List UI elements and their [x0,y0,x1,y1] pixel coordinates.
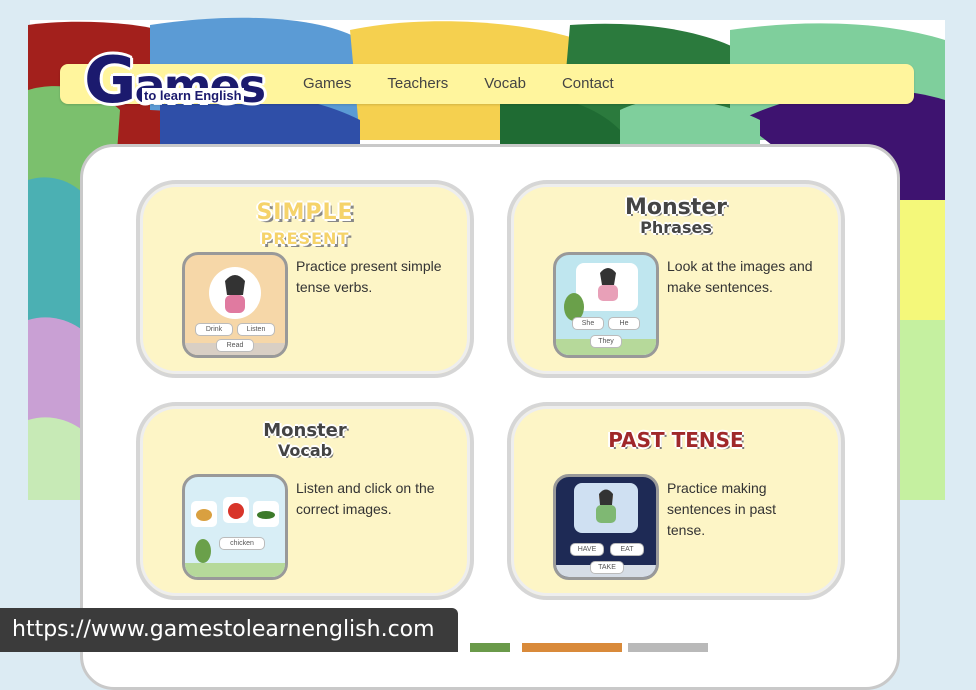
logo-subtitle: to learn English [142,88,244,103]
game-card-monster-phrases[interactable]: Monster Phrases She He They Look at the i… [507,180,845,378]
answer-pill: She [572,317,604,330]
game-card-monster-vocab[interactable]: Monster Vocab chicken Listen and click on… [136,402,474,600]
card-description: Listen and click on the correct images. [296,480,435,517]
answer-pill: He [608,317,640,330]
card-description: Practice present simple tense verbs. [296,258,442,295]
answer-pill: They [590,335,622,348]
card-description: Practice making sentences in past tense. [667,480,776,538]
card-title: PAST TENSE [608,428,744,452]
nav-links: Games Teachers Vocab Contact [303,75,650,93]
card-title: Monster Phrases [624,195,728,238]
game-card-simple-present[interactable]: SIMPLE PRESENT Drink Listen Read Practice… [136,180,474,378]
game-card-past-tense[interactable]: PAST TENSE HAVE EAT TAKE Practice making… [507,402,845,600]
answer-pill: EAT [610,543,644,556]
answer-pill: Drink [195,323,233,336]
nav-link-contact[interactable]: Contact [562,75,614,93]
answer-pill: chicken [219,537,265,550]
status-bar-url: https://www.gamestolearnenglish.com [0,608,458,652]
monster-vocab-illustration [185,497,285,577]
nav-link-vocab[interactable]: Vocab [484,75,526,93]
answer-pill: Listen [237,323,275,336]
ad-strip [470,643,708,652]
game-thumbnail[interactable]: HAVE EAT TAKE [553,474,659,580]
answer-pill: HAVE [570,543,604,556]
card-title: SIMPLE PRESENT [256,200,354,248]
card-title: Monster Vocab [263,420,347,461]
answer-pill: TAKE [590,561,624,574]
card-description: Look at the images and make sentences. [667,258,813,295]
nav-link-teachers[interactable]: Teachers [387,75,448,93]
game-thumbnail[interactable]: She He They [553,252,659,358]
logo-word: Games [84,44,266,118]
nav-link-games[interactable]: Games [303,75,351,93]
game-thumbnail[interactable]: chicken [182,474,288,580]
site-logo[interactable]: Games to learn English [84,44,266,118]
game-thumbnail[interactable]: Drink Listen Read [182,252,288,358]
answer-pill: Read [216,339,254,352]
